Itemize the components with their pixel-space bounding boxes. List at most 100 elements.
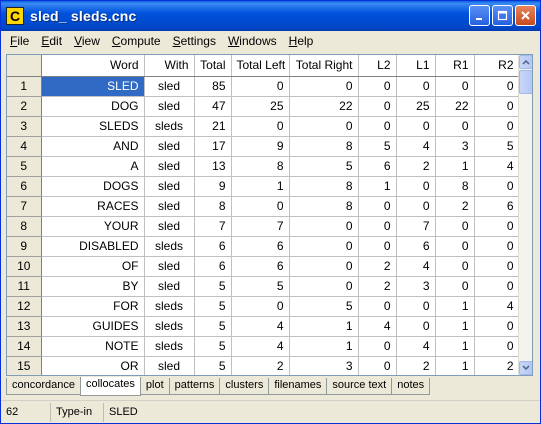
table-row[interactable]: 1 SLED sled 85 0 0 0 0 0 0: [7, 76, 520, 97]
vertical-scrollbar[interactable]: [518, 55, 532, 375]
cell-total-left[interactable]: 0: [231, 76, 290, 97]
cell-with[interactable]: sled: [144, 356, 195, 375]
cell-r1[interactable]: 1: [435, 296, 475, 317]
menu-windows[interactable]: Windows: [222, 32, 283, 50]
cell-r2[interactable]: 0: [474, 176, 520, 197]
cell-l1[interactable]: 0: [396, 116, 436, 137]
cell-word[interactable]: FOR: [41, 296, 145, 317]
cell-total[interactable]: 5: [194, 356, 232, 375]
cell-total-left[interactable]: 5: [231, 276, 290, 297]
cell-with[interactable]: sleds: [144, 336, 195, 357]
row-number[interactable]: 1: [7, 76, 42, 97]
row-number[interactable]: 4: [7, 136, 42, 157]
row-number[interactable]: 10: [7, 256, 42, 277]
cell-r1[interactable]: 0: [435, 216, 475, 237]
cell-with[interactable]: sled: [144, 256, 195, 277]
scroll-up-button[interactable]: [519, 55, 532, 69]
cell-l2[interactable]: 0: [358, 116, 397, 137]
cell-with[interactable]: sled: [144, 276, 195, 297]
row-number[interactable]: 11: [7, 276, 42, 297]
cell-total-right[interactable]: 0: [289, 236, 359, 257]
cell-with[interactable]: sleds: [144, 316, 195, 337]
table-row[interactable]: 11 BY sled 5 5 0 2 3 0 0: [7, 276, 520, 297]
tab-plot[interactable]: plot: [139, 378, 170, 395]
cell-r2[interactable]: 5: [474, 136, 520, 157]
cell-with[interactable]: sleds: [144, 116, 195, 137]
title-bar[interactable]: C sled_ sleds.cnc: [1, 1, 540, 31]
cell-r2[interactable]: 0: [474, 276, 520, 297]
table-row[interactable]: 13 GUIDES sleds 5 4 1 4 0 1 0: [7, 316, 520, 337]
table-row[interactable]: 4 AND sled 17 9 8 5 4 3 5: [7, 136, 520, 157]
cell-l2[interactable]: 0: [358, 96, 397, 117]
cell-word[interactable]: OF: [41, 256, 145, 277]
cell-total[interactable]: 5: [194, 276, 232, 297]
cell-with[interactable]: sleds: [144, 296, 195, 317]
cell-r2[interactable]: 0: [474, 236, 520, 257]
cell-total-right[interactable]: 5: [289, 156, 359, 177]
cell-r1[interactable]: 0: [435, 276, 475, 297]
cell-total[interactable]: 9: [194, 176, 232, 197]
collocates-grid[interactable]: Word With Total Total Left Total Right L2 L1 R1…: [6, 54, 533, 376]
minimize-button[interactable]: [469, 5, 490, 26]
app-icon[interactable]: C: [6, 7, 24, 25]
cell-word[interactable]: NOTE: [41, 336, 145, 357]
cell-l2[interactable]: 1: [358, 176, 397, 197]
cell-with[interactable]: sled: [144, 156, 195, 177]
menu-help[interactable]: Help: [283, 32, 320, 50]
grid-corner[interactable]: [7, 55, 42, 77]
cell-word[interactable]: DOGS: [41, 176, 145, 197]
cell-r2[interactable]: 0: [474, 116, 520, 137]
cell-l2[interactable]: 2: [358, 276, 397, 297]
menu-settings[interactable]: Settings: [167, 32, 222, 50]
cell-total-right[interactable]: 8: [289, 176, 359, 197]
cell-with[interactable]: sled: [144, 136, 195, 157]
cell-total-right[interactable]: 0: [289, 116, 359, 137]
table-row[interactable]: 12 FOR sleds 5 0 5 0 0 1 4: [7, 296, 520, 317]
cell-total[interactable]: 8: [194, 196, 232, 217]
cell-l1[interactable]: 7: [396, 216, 436, 237]
cell-r2[interactable]: 2: [474, 356, 520, 375]
cell-l1[interactable]: 2: [396, 356, 436, 375]
cell-total[interactable]: 21: [194, 116, 232, 137]
cell-total-left[interactable]: 0: [231, 296, 290, 317]
cell-l1[interactable]: 4: [396, 336, 436, 357]
menu-file[interactable]: File: [4, 32, 35, 50]
cell-r1[interactable]: 1: [435, 336, 475, 357]
row-number[interactable]: 2: [7, 96, 42, 117]
cell-word[interactable]: DOG: [41, 96, 145, 117]
cell-r2[interactable]: 4: [474, 296, 520, 317]
row-number[interactable]: 15: [7, 356, 42, 375]
cell-total-right[interactable]: 8: [289, 136, 359, 157]
column-header-l2[interactable]: L2: [358, 55, 397, 77]
cell-total[interactable]: 17: [194, 136, 232, 157]
cell-total-right[interactable]: 0: [289, 216, 359, 237]
cell-total-left[interactable]: 4: [231, 336, 290, 357]
tab-source-text[interactable]: source text: [326, 378, 393, 395]
table-row[interactable]: 14 NOTE sleds 5 4 1 0 4 1 0: [7, 336, 520, 357]
cell-l1[interactable]: 0: [396, 196, 436, 217]
cell-total-right[interactable]: 22: [289, 96, 359, 117]
tab-patterns[interactable]: patterns: [168, 378, 221, 395]
cell-with[interactable]: sleds: [144, 236, 195, 257]
column-header-total-left[interactable]: Total Left: [231, 55, 290, 77]
table-row[interactable]: 15 OR sled 5 2 3 0 2 1 2: [7, 356, 520, 375]
cell-word[interactable]: OR: [41, 356, 145, 375]
cell-total-left[interactable]: 0: [231, 116, 290, 137]
cell-l2[interactable]: 0: [358, 336, 397, 357]
cell-total-left[interactable]: 4: [231, 316, 290, 337]
cell-r2[interactable]: 0: [474, 256, 520, 277]
cell-l1[interactable]: 25: [396, 96, 436, 117]
cell-total[interactable]: 5: [194, 316, 232, 337]
cell-with[interactable]: sled: [144, 176, 195, 197]
table-row[interactable]: 8 YOUR sled 7 7 0 0 7 0 0: [7, 216, 520, 237]
cell-total[interactable]: 85: [194, 76, 232, 97]
column-header-word[interactable]: Word: [41, 55, 145, 77]
cell-total[interactable]: 5: [194, 296, 232, 317]
cell-r1[interactable]: 1: [435, 316, 475, 337]
cell-r2[interactable]: 0: [474, 316, 520, 337]
tab-clusters[interactable]: clusters: [219, 378, 270, 395]
cell-total-right[interactable]: 3: [289, 356, 359, 375]
cell-total-right[interactable]: 0: [289, 76, 359, 97]
table-row[interactable]: 10 OF sled 6 6 0 2 4 0 0: [7, 256, 520, 277]
table-row[interactable]: 2 DOG sled 47 25 22 0 25 22 0: [7, 96, 520, 117]
